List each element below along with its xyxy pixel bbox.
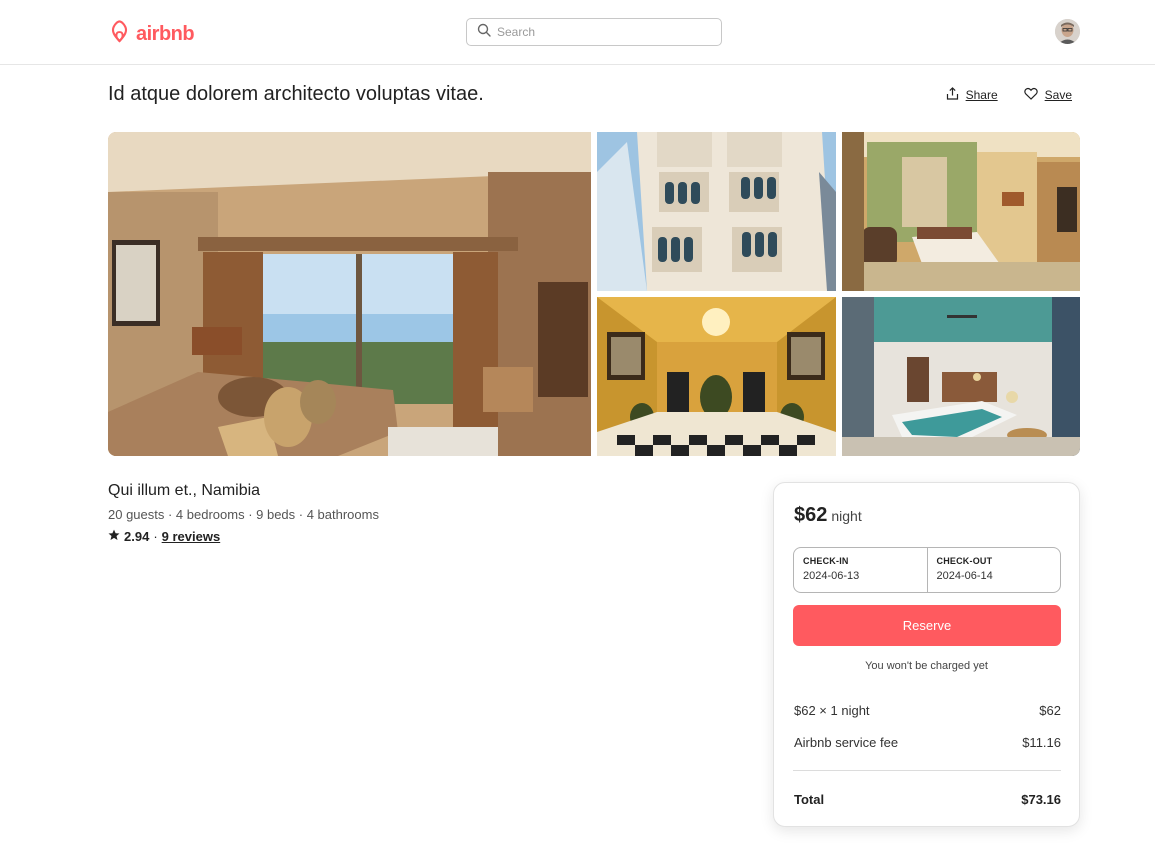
total-line: Total $73.16 xyxy=(794,792,1061,807)
checkout-value: 2024-06-14 xyxy=(936,570,993,582)
listing-location: Qui illum et., Namibia xyxy=(108,482,261,499)
airbnb-logo[interactable]: airbnb xyxy=(108,19,195,50)
checkin-label: CHECK-IN xyxy=(803,556,849,566)
date-picker: CHECK-IN 2024-06-13 CHECK-OUT 2024-06-14 xyxy=(793,547,1061,593)
airbnb-logo-icon xyxy=(108,19,131,50)
checkin-value: 2024-06-13 xyxy=(803,570,860,582)
user-avatar[interactable] xyxy=(1055,19,1080,44)
photo-bedroom-green[interactable] xyxy=(842,132,1080,291)
reviews-link[interactable]: 9 reviews xyxy=(162,529,221,544)
photo-bedroom-teal[interactable] xyxy=(842,297,1080,456)
photo-gallery xyxy=(108,132,1080,456)
checkin-field[interactable]: CHECK-IN 2024-06-13 xyxy=(794,548,927,592)
nights-value: $62 xyxy=(1039,703,1061,718)
brand-name: airbnb xyxy=(136,23,195,45)
nightly-price: $62 night xyxy=(794,504,862,527)
star-icon xyxy=(108,529,120,544)
checkout-label: CHECK-OUT xyxy=(936,556,993,566)
photo-living-room[interactable] xyxy=(108,132,591,456)
listing-actions: Share Save xyxy=(946,87,1072,103)
search-bar[interactable] xyxy=(466,18,722,46)
nights-label: $62 × 1 night xyxy=(794,703,870,718)
photo-building-facade[interactable] xyxy=(597,132,836,291)
heart-icon xyxy=(1023,87,1038,103)
share-icon xyxy=(946,87,959,103)
price-amount: $62 xyxy=(794,504,828,526)
top-nav: airbnb xyxy=(0,0,1155,65)
service-fee-value: $11.16 xyxy=(1022,735,1061,750)
reserve-button[interactable]: Reserve xyxy=(793,605,1061,646)
rating-separator: · xyxy=(153,529,158,544)
total-label: Total xyxy=(794,792,825,807)
save-label: Save xyxy=(1044,88,1072,102)
listing-details: 20 guests · 4 bedrooms · 9 beds · 4 bath… xyxy=(108,507,379,522)
share-button[interactable]: Share xyxy=(946,87,998,103)
search-input[interactable] xyxy=(497,25,707,39)
booking-card: $62 night CHECK-IN 2024-06-13 CHECK-OUT … xyxy=(773,482,1080,827)
listing-title: Id atque dolorem architecto voluptas vit… xyxy=(108,83,484,105)
charge-note: You won't be charged yet xyxy=(865,660,988,672)
rating-score: 2.94 xyxy=(124,529,150,544)
service-fee-line: Airbnb service fee $11.16 xyxy=(794,735,1061,750)
photo-hallway[interactable] xyxy=(597,297,836,456)
listing-rating: 2.94 · 9 reviews xyxy=(108,529,220,544)
checkout-field[interactable]: CHECK-OUT 2024-06-14 xyxy=(926,548,1061,592)
service-fee-label: Airbnb service fee xyxy=(794,735,899,750)
search-icon xyxy=(477,23,491,42)
price-unit: night xyxy=(831,508,862,524)
total-value: $73.16 xyxy=(1021,792,1061,807)
divider xyxy=(793,770,1061,771)
save-button[interactable]: Save xyxy=(1023,87,1072,103)
share-label: Share xyxy=(965,88,998,102)
nights-line: $62 × 1 night $62 xyxy=(794,703,1061,718)
